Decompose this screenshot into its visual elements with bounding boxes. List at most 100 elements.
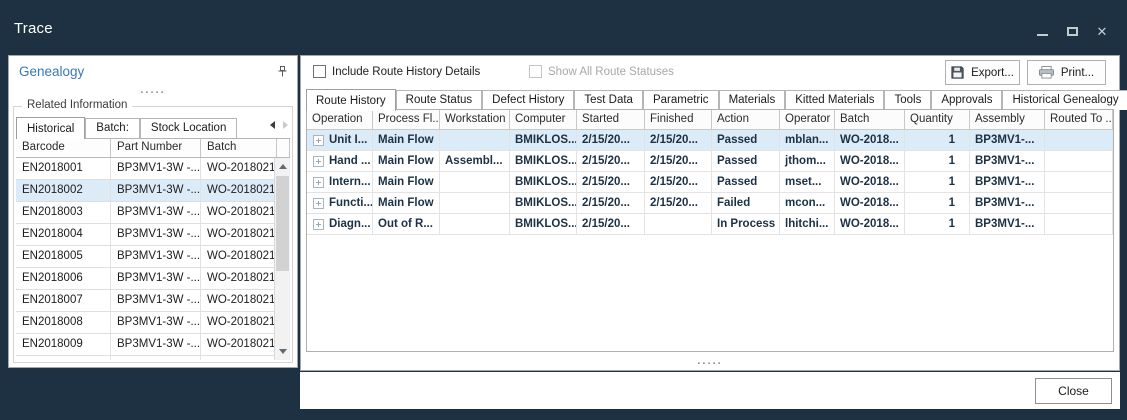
cell-started: 2/15/20... (577, 193, 645, 213)
expand-row-icon[interactable] (313, 198, 324, 209)
export-button[interactable]: Export... (945, 60, 1020, 85)
list-item[interactable]: EN2018001BP3MV1-3W -...WO-2018021... (16, 158, 290, 180)
column-header-routed-to[interactable]: Routed To ... (1045, 110, 1113, 129)
table-row[interactable]: Functi...Main FlowBMIKLOS...2/15/20...2/… (307, 193, 1113, 214)
export-label: Export... (971, 67, 1014, 79)
close-window-button[interactable]: ✕ (1095, 24, 1109, 38)
tab-route-status[interactable]: Route Status (396, 90, 482, 110)
column-header-batch[interactable]: Batch (835, 110, 905, 129)
cell-assembly: BP3MV1-... (970, 130, 1045, 150)
tab-scroll-left-icon[interactable] (270, 121, 275, 129)
column-header-part-number[interactable]: Part Number (111, 139, 201, 157)
cell-process-fl: Main Flow (373, 172, 440, 192)
tab-batch[interactable]: Batch: (85, 118, 140, 138)
list-item[interactable]: EN2018002BP3MV1-3W -...WO-2018021... (16, 180, 290, 202)
cell-quantity: 1 (905, 172, 970, 192)
cell-finished: 2/15/20... (645, 172, 712, 192)
cell-started: 2/15/20... (577, 172, 645, 192)
route-history-grid: OperationProcess Fl...WorkstationCompute… (306, 109, 1114, 352)
batch-cell: WO-2018021... (201, 180, 277, 201)
list-item[interactable]: EN2018008BP3MV1-3W -...WO-2018021... (16, 312, 290, 334)
part-number-cell: BP3MV1-3W -... (111, 290, 201, 311)
cell-finished: 2/15/20... (645, 151, 712, 171)
print-button[interactable]: Print... (1027, 60, 1106, 85)
list-item[interactable]: EN2018003BP3MV1-3W -...WO-2018021... (16, 202, 290, 224)
list-item[interactable]: EN2018007BP3MV1-3W -...WO-2018021... (16, 290, 290, 312)
column-header-quantity[interactable]: Quantity (905, 110, 970, 129)
checkbox-icon (313, 65, 326, 78)
cell-batch: WO-2018... (835, 214, 905, 234)
grid-splitter-handle[interactable]: ..... (301, 355, 1119, 367)
expand-row-icon[interactable] (313, 156, 324, 167)
part-number-cell: BP3MV1-3W -... (111, 268, 201, 289)
tab-historical[interactable]: Historical (16, 117, 85, 139)
column-header-workstation[interactable]: Workstation (440, 110, 510, 129)
panel-splitter-handle[interactable]: ..... (9, 84, 297, 96)
cell-started: 2/15/20... (577, 214, 645, 234)
expand-row-icon[interactable] (313, 219, 324, 230)
cell-operator: jthom... (780, 151, 835, 171)
column-header-batch[interactable]: Batch (201, 139, 277, 157)
checkbox-label: Show All Route Statuses (548, 66, 674, 78)
footer-bar: Close (300, 372, 1120, 409)
cell-operator: mset... (780, 172, 835, 192)
tab-test-data[interactable]: Test Data (574, 90, 643, 110)
tab-route-history[interactable]: Route History (306, 89, 396, 111)
barcode-cell: EN2018001 (16, 158, 111, 179)
pin-icon[interactable] (276, 65, 289, 78)
cell-workstation (440, 172, 510, 192)
barcode-cell: EN2018008 (16, 312, 111, 333)
column-header-started[interactable]: Started (577, 110, 645, 129)
group-label: Related Information (22, 99, 132, 111)
expand-row-icon[interactable] (313, 177, 324, 188)
cell-batch: WO-2018... (835, 130, 905, 150)
tab-tools[interactable]: Tools (884, 90, 931, 110)
column-header-computer[interactable]: Computer (510, 110, 577, 129)
tab-approvals[interactable]: Approvals (931, 90, 1002, 110)
cell-routed-to (1045, 214, 1113, 234)
list-item[interactable]: EN2018004BP3MV1-3W -...WO-2018021... (16, 224, 290, 246)
column-header-operator[interactable]: Operator (780, 110, 835, 129)
expand-row-icon[interactable] (313, 135, 324, 146)
table-row[interactable]: Intern...Main FlowBMIKLOS...2/15/20...2/… (307, 172, 1113, 193)
scrollbar-thumb[interactable] (276, 176, 289, 271)
grid-body: Unit I...Main FlowBMIKLOS...2/15/20...2/… (307, 130, 1113, 235)
list-item[interactable]: EN2018009BP3MV1-3W -...WO-2018021... (16, 334, 290, 356)
tab-defect-history[interactable]: Defect History (482, 90, 574, 110)
part-number-cell: BP3MV1-3W -... (111, 312, 201, 333)
checkbox-icon (529, 65, 542, 78)
barcode-cell: EN2018004 (16, 224, 111, 245)
column-header-assembly[interactable]: Assembly (970, 110, 1045, 129)
column-header-process-fl[interactable]: Process Fl... (373, 110, 440, 129)
cell-finished: 2/15/20... (645, 130, 712, 150)
cell-action: Failed (712, 193, 780, 213)
scroll-up-icon[interactable] (275, 159, 290, 174)
include-route-history-checkbox[interactable]: Include Route History Details (313, 65, 480, 78)
cell-operation: Intern... (307, 172, 373, 192)
grid-header: OperationProcess Fl...WorkstationCompute… (307, 110, 1113, 130)
tab-historical-genealogy[interactable]: Historical Genealogy (1002, 90, 1127, 110)
maximize-button[interactable] (1065, 24, 1079, 38)
list-item[interactable]: EN2018010BP3MV1-3W -...WO-2018021... (16, 356, 290, 360)
tab-materials[interactable]: Materials (719, 90, 786, 110)
minimize-button[interactable] (1035, 24, 1049, 38)
close-button[interactable]: Close (1035, 378, 1112, 404)
column-header-operation[interactable]: Operation (307, 110, 373, 129)
cell-action: In Process (712, 214, 780, 234)
column-header-action[interactable]: Action (712, 110, 780, 129)
tab-parametric[interactable]: Parametric (643, 90, 719, 110)
table-row[interactable]: Unit I...Main FlowBMIKLOS...2/15/20...2/… (307, 130, 1113, 151)
table-row[interactable]: Hand ...Main FlowAssembl...BMIKLOS...2/1… (307, 151, 1113, 172)
table-row[interactable]: Diagn...Out of R...BMIKLOS...2/15/20...I… (307, 214, 1113, 235)
list-item[interactable]: EN2018005BP3MV1-3W -...WO-2018021... (16, 246, 290, 268)
barcode-cell: EN2018002 (16, 180, 111, 201)
list-item[interactable]: EN2018006BP3MV1-3W -...WO-2018021... (16, 268, 290, 290)
tab-kitted-materials[interactable]: Kitted Materials (785, 90, 884, 110)
column-header-barcode[interactable]: Barcode (16, 139, 111, 157)
tab-scroll-right-icon (283, 121, 288, 129)
cell-operator: mcon... (780, 193, 835, 213)
column-header-finished[interactable]: Finished (645, 110, 712, 129)
vertical-scrollbar[interactable] (274, 158, 290, 360)
scroll-down-icon[interactable] (275, 344, 290, 359)
tab-stock-location[interactable]: Stock Location (140, 118, 237, 138)
